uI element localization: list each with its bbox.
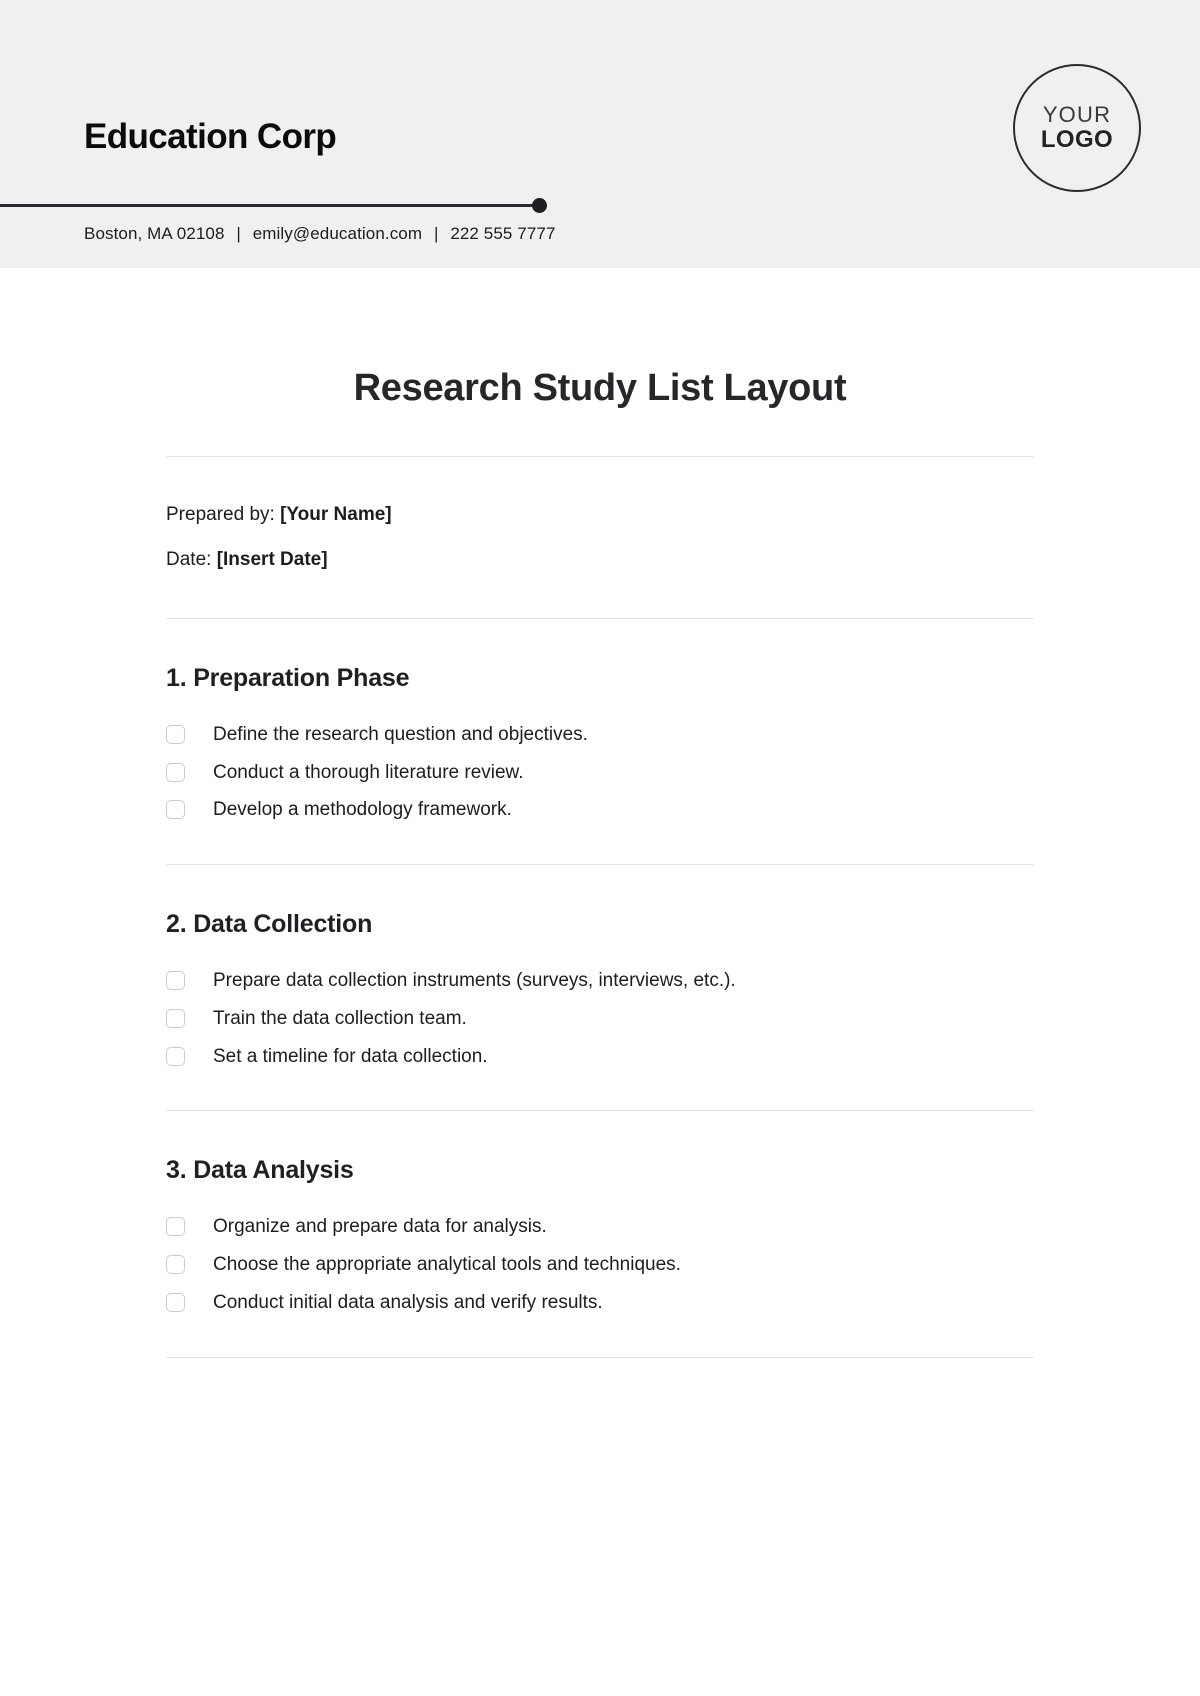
list-item-label: Set a timeline for data collection. bbox=[213, 1045, 488, 1067]
contact-separator-2: | bbox=[433, 224, 439, 243]
section-heading: 3. Data Analysis bbox=[166, 1156, 354, 1185]
list-item-label: Train the data collection team. bbox=[213, 1007, 467, 1029]
contact-email: emily@education.com bbox=[252, 224, 423, 243]
logo-line-your: YOUR bbox=[1042, 102, 1112, 128]
meta-value-prepared-by[interactable]: [Your Name] bbox=[280, 504, 392, 525]
list-item-label: Choose the appropriate analytical tools … bbox=[213, 1254, 681, 1276]
document-content: Research Study List Layout Prepared by: … bbox=[166, 268, 1034, 1358]
checkbox-icon[interactable] bbox=[166, 971, 185, 991]
header-rule bbox=[0, 204, 540, 207]
contact-separator-1: | bbox=[236, 224, 241, 243]
contact-address: Boston, MA 02108 bbox=[84, 224, 225, 243]
list-item-label: Conduct initial data analysis and verify… bbox=[213, 1291, 603, 1313]
checklist: Define the research question and objecti… bbox=[166, 723, 1034, 822]
checkbox-icon[interactable] bbox=[166, 1008, 185, 1028]
section-data-collection: 2. Data Collection Prepare data collecti… bbox=[166, 865, 1034, 1110]
checkbox-icon[interactable] bbox=[166, 1255, 185, 1275]
document-header: Education Corp Boston, MA 02108 | emily@… bbox=[0, 0, 1200, 268]
list-item[interactable]: Choose the appropriate analytical tools … bbox=[166, 1253, 1034, 1277]
meta-label-date: Date: bbox=[166, 549, 212, 571]
list-item[interactable]: Organize and prepare data for analysis. bbox=[166, 1215, 1034, 1239]
list-item-label: Define the research question and objecti… bbox=[213, 723, 588, 745]
checklist: Prepare data collection instruments (sur… bbox=[166, 969, 1034, 1068]
list-item[interactable]: Develop a methodology framework. bbox=[166, 798, 1034, 822]
list-item[interactable]: Conduct initial data analysis and verify… bbox=[166, 1291, 1034, 1315]
company-name: Education Corp bbox=[84, 117, 337, 156]
checklist: Organize and prepare data for analysis. … bbox=[166, 1215, 1034, 1314]
checkbox-icon[interactable] bbox=[166, 762, 185, 782]
logo-line-logo: LOGO bbox=[1040, 126, 1114, 154]
checkbox-icon[interactable] bbox=[166, 1046, 185, 1066]
contact-phone: 222 555 7777 bbox=[450, 224, 556, 243]
meta-row-prepared-by: Prepared by: [Your Name] bbox=[166, 502, 1034, 528]
list-item[interactable]: Prepare data collection instruments (sur… bbox=[166, 969, 1034, 993]
meta-value-date[interactable]: [Insert Date] bbox=[217, 549, 328, 570]
logo-placeholder-badge: YOUR LOGO bbox=[1013, 64, 1141, 192]
meta-label-prepared-by: Prepared by: bbox=[166, 503, 275, 525]
list-item-label: Prepare data collection instruments (sur… bbox=[213, 970, 736, 992]
contact-line: Boston, MA 02108 | emily@education.com |… bbox=[84, 224, 556, 244]
list-item[interactable]: Conduct a thorough literature review. bbox=[166, 761, 1034, 785]
list-item-label: Conduct a thorough literature review. bbox=[213, 761, 524, 783]
list-item[interactable]: Set a timeline for data collection. bbox=[166, 1045, 1034, 1069]
header-rule-dot-icon bbox=[532, 198, 547, 213]
list-item[interactable]: Train the data collection team. bbox=[166, 1007, 1034, 1031]
checkbox-icon[interactable] bbox=[166, 724, 185, 744]
list-item-label: Organize and prepare data for analysis. bbox=[213, 1216, 547, 1238]
section-heading: 2. Data Collection bbox=[166, 910, 373, 939]
checkbox-icon[interactable] bbox=[166, 1292, 185, 1312]
checkbox-icon[interactable] bbox=[166, 1217, 185, 1237]
document-body: Research Study List Layout Prepared by: … bbox=[0, 268, 1200, 1358]
list-item-label: Develop a methodology framework. bbox=[213, 799, 512, 821]
meta-row-date: Date: [Insert Date] bbox=[166, 547, 1034, 573]
section-preparation-phase: 1. Preparation Phase Define the research… bbox=[166, 619, 1034, 864]
divider-below-section-3 bbox=[166, 1356, 1034, 1358]
page-title: Research Study List Layout bbox=[353, 367, 847, 409]
section-heading: 1. Preparation Phase bbox=[166, 663, 410, 692]
section-data-analysis: 3. Data Analysis Organize and prepare da… bbox=[166, 1111, 1034, 1356]
meta-block: Prepared by: [Your Name] Date: [Insert D… bbox=[166, 457, 1034, 618]
list-item[interactable]: Define the research question and objecti… bbox=[166, 723, 1034, 747]
checkbox-icon[interactable] bbox=[166, 800, 185, 820]
